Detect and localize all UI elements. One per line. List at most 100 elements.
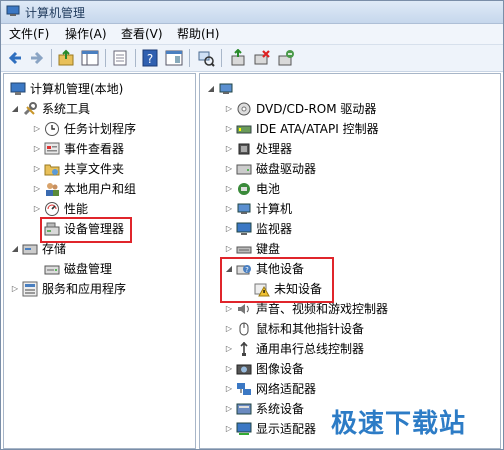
- system-device-icon: [236, 403, 252, 415]
- expand-arrow-icon[interactable]: ▷: [10, 280, 20, 298]
- dvd-drive-icon: [237, 102, 251, 116]
- back-icon[interactable]: [7, 49, 25, 67]
- expand-arrow-icon[interactable]: ▷: [224, 300, 234, 318]
- tree-label: 系统工具: [42, 102, 91, 116]
- expand-arrow-icon[interactable]: ▷: [224, 220, 234, 238]
- display-adapter-icon: [236, 422, 252, 435]
- expand-arrow-icon[interactable]: ▷: [224, 380, 234, 398]
- expand-arrow-icon[interactable]: ▷: [224, 400, 234, 418]
- expand-arrow-icon[interactable]: ▷: [224, 320, 234, 338]
- tree-label: 本地用户和组: [64, 182, 137, 196]
- usb-icon: [240, 341, 248, 356]
- tree-label: 计算机管理(本地): [30, 82, 124, 96]
- device-tree-pane[interactable]: ◢ ▷ DVD/CD-ROM 驱动器 ▷ IDE ATA/ATAPI 控制器 ▷ 处理器 ▷…: [199, 73, 501, 449]
- console-icon[interactable]: [165, 49, 183, 67]
- title-bar[interactable]: 计算机管理: [1, 1, 503, 24]
- processor-icon: [238, 143, 250, 155]
- window-title: 计算机管理: [25, 6, 86, 20]
- tree-label: 电池: [256, 182, 281, 196]
- uninstall-icon[interactable]: [277, 49, 295, 67]
- menu-bar: 文件(F) 操作(A) 查看(V) 帮助(H): [1, 24, 503, 45]
- tree-label: 共享文件夹: [64, 162, 125, 176]
- tree-label: 事件查看器: [64, 142, 125, 156]
- services-icon: [22, 281, 38, 297]
- tree-label: 任务计划程序: [64, 122, 137, 136]
- performance-icon: [45, 202, 59, 216]
- tree-label: 计算机: [256, 202, 293, 216]
- expand-arrow-icon[interactable]: ▷: [224, 160, 234, 178]
- forward-icon[interactable]: [27, 49, 45, 67]
- battery-icon: [238, 183, 250, 195]
- clock-icon: [45, 122, 59, 136]
- menu-help[interactable]: 帮助(H): [173, 26, 223, 42]
- computer-management-icon: [6, 5, 20, 16]
- tree-label: 通用串行总线控制器: [256, 342, 365, 356]
- expand-arrow-icon[interactable]: ▷: [224, 180, 234, 198]
- expand-arrow-icon[interactable]: ▷: [32, 140, 42, 158]
- expand-arrow-icon[interactable]: ▷: [32, 120, 42, 138]
- properties-icon[interactable]: [111, 49, 129, 67]
- expand-arrow-icon[interactable]: ▷: [224, 120, 234, 138]
- expand-arrow-icon[interactable]: ▷: [32, 180, 42, 198]
- tree-label: 键盘: [256, 242, 281, 256]
- toolbar-separator: [51, 49, 52, 67]
- ide-controller-icon: [236, 125, 252, 134]
- collapse-arrow-icon[interactable]: ◢: [206, 80, 216, 98]
- svg-text:?: ?: [147, 52, 153, 66]
- toolbar-separator: [189, 49, 190, 67]
- tree-label: DVD/CD-ROM 驱动器: [256, 102, 377, 116]
- show-tree-icon[interactable]: [81, 49, 99, 67]
- tree-label: 系统设备: [256, 402, 305, 416]
- tree-label: 性能: [64, 202, 89, 216]
- expand-arrow-icon[interactable]: ▷: [32, 200, 42, 218]
- keyboard-icon: [236, 246, 252, 254]
- users-icon: [46, 183, 59, 196]
- tree-label: 声音、视频和游戏控制器: [256, 302, 389, 316]
- tree-label: IDE ATA/ATAPI 控制器: [256, 122, 379, 136]
- expand-arrow-icon[interactable]: ▷: [224, 360, 234, 378]
- expand-arrow-icon[interactable]: ▷: [224, 340, 234, 358]
- storage-icon: [22, 244, 38, 255]
- computer-management-icon: [10, 82, 26, 95]
- event-viewer-icon: [44, 142, 60, 155]
- sound-icon: [238, 304, 249, 314]
- menu-action[interactable]: 操作(A): [61, 26, 111, 42]
- disk-drive-icon: [236, 164, 252, 175]
- disable-device-icon[interactable]: [253, 49, 271, 67]
- menu-file[interactable]: 文件(F): [5, 26, 53, 42]
- expand-arrow-icon[interactable]: ▷: [224, 140, 234, 158]
- expand-arrow-icon[interactable]: ▷: [224, 240, 234, 258]
- highlight-box: [220, 257, 334, 303]
- help-icon[interactable]: ?: [141, 49, 159, 67]
- tree-label: 显示适配器: [256, 422, 317, 436]
- tree-label: 网络适配器: [256, 382, 317, 396]
- computer-icon: [219, 83, 233, 94]
- collapse-arrow-icon[interactable]: ◢: [10, 100, 20, 118]
- shared-folder-icon: [44, 164, 60, 176]
- collapse-arrow-icon[interactable]: ◢: [10, 240, 20, 258]
- imaging-device-icon: [236, 364, 252, 375]
- mouse-icon: [239, 322, 249, 336]
- tree-label: 磁盘驱动器: [256, 162, 317, 176]
- toolbar-separator: [105, 49, 106, 67]
- expand-arrow-icon[interactable]: ▷: [224, 200, 234, 218]
- menu-view[interactable]: 查看(V): [117, 26, 167, 42]
- monitor-icon: [236, 222, 252, 235]
- tree-label: 存储: [42, 242, 67, 256]
- tree-label: 鼠标和其他指针设备: [256, 322, 365, 336]
- computer-icon: [237, 203, 251, 214]
- update-driver-icon[interactable]: [229, 49, 247, 67]
- tree-label: 磁盘管理: [64, 262, 113, 276]
- expand-arrow-icon[interactable]: ▷: [224, 100, 234, 118]
- expand-arrow-icon[interactable]: ▷: [32, 160, 42, 178]
- network-adapter-icon: [237, 383, 251, 395]
- scan-icon[interactable]: [197, 49, 215, 67]
- console-tree-pane[interactable]: 计算机管理(本地) ◢ 系统工具 ▷ 任务计划程序 ▷ 事件查看器 ▷ 共享文件…: [3, 73, 196, 449]
- computer-management-window: 计算机管理 文件(F) 操作(A) 查看(V) 帮助(H) ? 计算机管理(本地…: [0, 0, 504, 450]
- up-icon[interactable]: [57, 49, 75, 67]
- toolbar-separator: [135, 49, 136, 67]
- disk-management-icon: [44, 265, 60, 275]
- toolbar: ?: [1, 45, 503, 72]
- tools-icon: [23, 102, 37, 116]
- expand-arrow-icon[interactable]: ▷: [224, 420, 234, 438]
